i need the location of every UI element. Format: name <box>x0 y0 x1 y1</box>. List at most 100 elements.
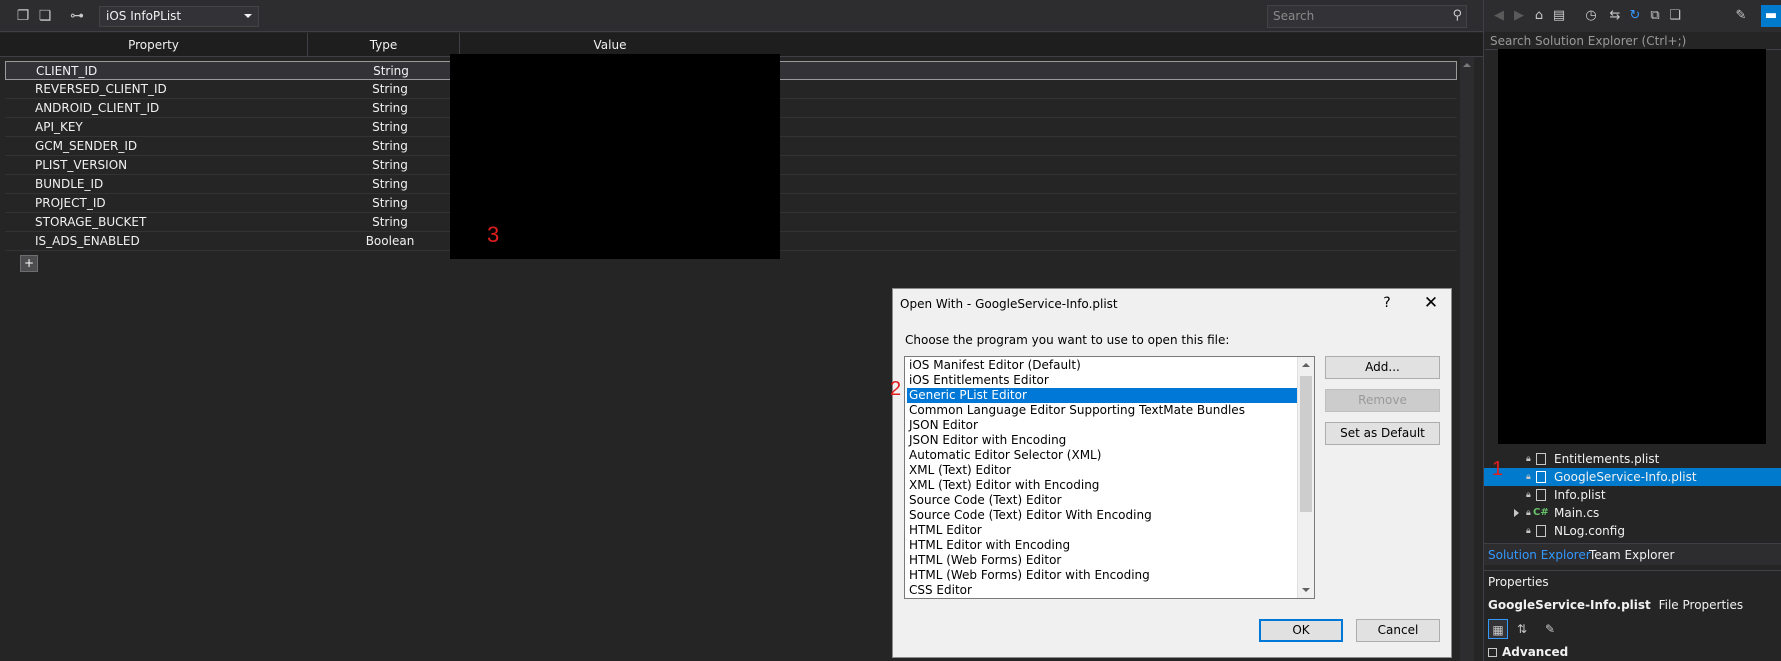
property-pages-icon[interactable]: ✎ <box>1540 619 1560 639</box>
scroll-down-icon[interactable] <box>1302 588 1310 592</box>
chevron-down-icon <box>244 14 252 18</box>
categorized-icon[interactable]: ▦ <box>1488 619 1508 639</box>
add-program-button[interactable]: Add... <box>1325 356 1440 379</box>
list-scrollbar[interactable] <box>1297 357 1314 598</box>
tree-item-label: Info.plist <box>1554 488 1606 502</box>
link-icon[interactable]: ⊶ <box>68 7 86 25</box>
lock-icon: 🔒︎ <box>1526 490 1531 500</box>
redacted-value-column <box>450 54 780 259</box>
list-item[interactable]: CSS Editor <box>907 583 1297 598</box>
back-icon[interactable]: ◀ <box>1490 7 1508 25</box>
annotation-3: 3 <box>487 222 500 247</box>
lock-icon: 🔒︎ <box>1526 508 1531 518</box>
program-list[interactable]: iOS Manifest Editor (Default) iOS Entitl… <box>904 356 1315 599</box>
file-icon <box>1536 489 1546 501</box>
add-row-button[interactable]: + <box>20 255 38 272</box>
search-placeholder: Search <box>1273 9 1315 23</box>
list-item[interactable]: Automatic Editor Selector (XML) <box>907 448 1297 463</box>
list-item[interactable]: Common Language Editor Supporting TextMa… <box>907 403 1297 418</box>
preview-icon: ▬ <box>1764 8 1778 23</box>
set-default-button[interactable]: Set as Default <box>1325 422 1440 445</box>
tree-item-label: GoogleService-Info.plist <box>1554 470 1697 484</box>
close-icon[interactable]: ✕ <box>1420 292 1442 314</box>
tree-item-info-plist[interactable]: 🔒︎ Info.plist <box>1484 486 1781 504</box>
csharp-file-icon: C# <box>1533 507 1549 518</box>
properties-wrench-icon[interactable]: ✎ <box>1732 7 1750 25</box>
properties-subject: GoogleService-Info.plist File Properties <box>1488 598 1743 612</box>
help-icon[interactable]: ? <box>1378 292 1396 314</box>
solution-explorer: ◀ ▶ ⌂ ▤ ◷ ⇆ ↻ ⧉ ❏ ✎ ▬ Search Solution Ex… <box>1483 0 1781 661</box>
lock-icon: 🔒︎ <box>1526 526 1531 536</box>
list-item[interactable]: JSON Editor with Encoding <box>907 433 1297 448</box>
editor-search-input[interactable]: Search ⚲ <box>1267 5 1467 28</box>
scroll-up-icon[interactable] <box>1302 363 1310 367</box>
tree-item-label: NLog.config <box>1554 524 1625 538</box>
list-item[interactable]: Source Code (Text) Editor With Encoding <box>907 508 1297 523</box>
show-all-files-icon[interactable]: ❏ <box>1666 7 1684 25</box>
solution-search-input[interactable]: Search Solution Explorer (Ctrl+;) <box>1485 32 1781 50</box>
sync-icon[interactable]: ⇆ <box>1606 7 1624 25</box>
list-item[interactable]: XML (Text) Editor <box>907 463 1297 478</box>
properties-subject-kind: File Properties <box>1658 598 1744 612</box>
list-item[interactable]: HTML Editor with Encoding <box>907 538 1297 553</box>
explorer-tabs: Solution Explorer Team Explorer <box>1484 543 1781 565</box>
list-item[interactable]: iOS Entitlements Editor <box>907 373 1297 388</box>
cancel-button[interactable]: Cancel <box>1356 619 1440 642</box>
collapse-box-icon <box>1488 648 1497 657</box>
column-header-type[interactable]: Type <box>308 33 460 57</box>
config-file-icon <box>1536 525 1546 537</box>
collapse-all-icon[interactable]: ⧉ <box>1646 7 1664 25</box>
properties-subject-name: GoogleService-Info.plist <box>1488 598 1651 612</box>
list-item[interactable]: Source Code (Text) Editor <box>907 493 1297 508</box>
open-with-dialog: Open With - GoogleService-Info.plist ? ✕… <box>890 288 1452 658</box>
copy-icon[interactable]: ❐ <box>14 7 32 25</box>
properties-panel: Properties GoogleService-Info.plist File… <box>1484 570 1781 661</box>
list-item[interactable]: HTML (Web Forms) Editor <box>907 553 1297 568</box>
lock-icon: 🔒︎ <box>1526 454 1531 464</box>
column-header-property[interactable]: Property <box>0 33 308 57</box>
dialog-title: Open With - GoogleService-Info.plist <box>900 297 1118 311</box>
redacted-tree-area <box>1498 49 1766 444</box>
advanced-label: Advanced <box>1502 645 1569 659</box>
list-item-selected[interactable]: Generic PList Editor <box>907 388 1297 403</box>
list-item[interactable]: iOS Manifest Editor (Default) <box>907 358 1297 373</box>
paste-icon[interactable]: ❏ <box>36 7 54 25</box>
scroll-up-icon[interactable] <box>1463 63 1471 67</box>
tree-item-nlog-config[interactable]: 🔒︎ NLog.config <box>1484 522 1781 540</box>
ok-button[interactable]: OK <box>1259 619 1343 642</box>
annotation-1: 1 <box>1492 458 1504 480</box>
scroll-thumb[interactable] <box>1300 376 1312 512</box>
list-item[interactable]: JSON Editor <box>907 418 1297 433</box>
search-icon: ⚲ <box>1452 8 1462 23</box>
alphabetical-icon[interactable]: ⇅ <box>1512 619 1532 639</box>
plist-type-value: iOS InfoPList <box>106 9 182 23</box>
properties-title: Properties <box>1488 575 1549 589</box>
home-icon[interactable]: ⌂ <box>1530 7 1548 25</box>
remove-button[interactable]: Remove <box>1325 389 1440 412</box>
tree-item-entitlements[interactable]: 🔒︎ Entitlements.plist <box>1484 450 1781 468</box>
list-item[interactable]: HTML Editor <box>907 523 1297 538</box>
plist-type-dropdown[interactable]: iOS InfoPList <box>99 6 259 27</box>
list-item[interactable]: HTML (Web Forms) Editor with Encoding <box>907 568 1297 583</box>
forward-icon[interactable]: ▶ <box>1510 7 1528 25</box>
annotation-2: 2 <box>890 378 902 400</box>
switch-views-icon[interactable]: ▤ <box>1550 7 1568 25</box>
tree-item-label: Entitlements.plist <box>1554 452 1660 466</box>
refresh-icon[interactable]: ↻ <box>1626 7 1644 25</box>
preview-selected-button[interactable]: ▬ <box>1761 5 1781 27</box>
tree-item-main-cs[interactable]: 🔒︎ C# Main.cs <box>1484 504 1781 522</box>
advanced-section[interactable]: Advanced <box>1488 645 1568 659</box>
file-icon <box>1536 471 1546 483</box>
tree-item-googleservice-info[interactable]: 🔒︎ GoogleService-Info.plist <box>1484 468 1781 486</box>
tab-solution-explorer[interactable]: Solution Explorer <box>1484 547 1595 565</box>
dialog-prompt: Choose the program you want to use to op… <box>905 333 1230 347</box>
file-icon <box>1536 453 1546 465</box>
solution-explorer-toolbar: ◀ ▶ ⌂ ▤ ◷ ⇆ ↻ ⧉ ❏ ✎ ▬ <box>1484 0 1781 32</box>
tab-team-explorer[interactable]: Team Explorer <box>1585 547 1679 565</box>
lock-icon: 🔒︎ <box>1526 472 1531 482</box>
editor-toolbar: ❐ ❏ ⊶ iOS InfoPList Search ⚲ <box>0 0 1483 32</box>
grid-scrollbar[interactable] <box>1460 57 1474 661</box>
pending-changes-icon[interactable]: ◷ <box>1582 7 1600 25</box>
expand-arrow-icon[interactable] <box>1514 509 1519 517</box>
list-item[interactable]: XML (Text) Editor with Encoding <box>907 478 1297 493</box>
